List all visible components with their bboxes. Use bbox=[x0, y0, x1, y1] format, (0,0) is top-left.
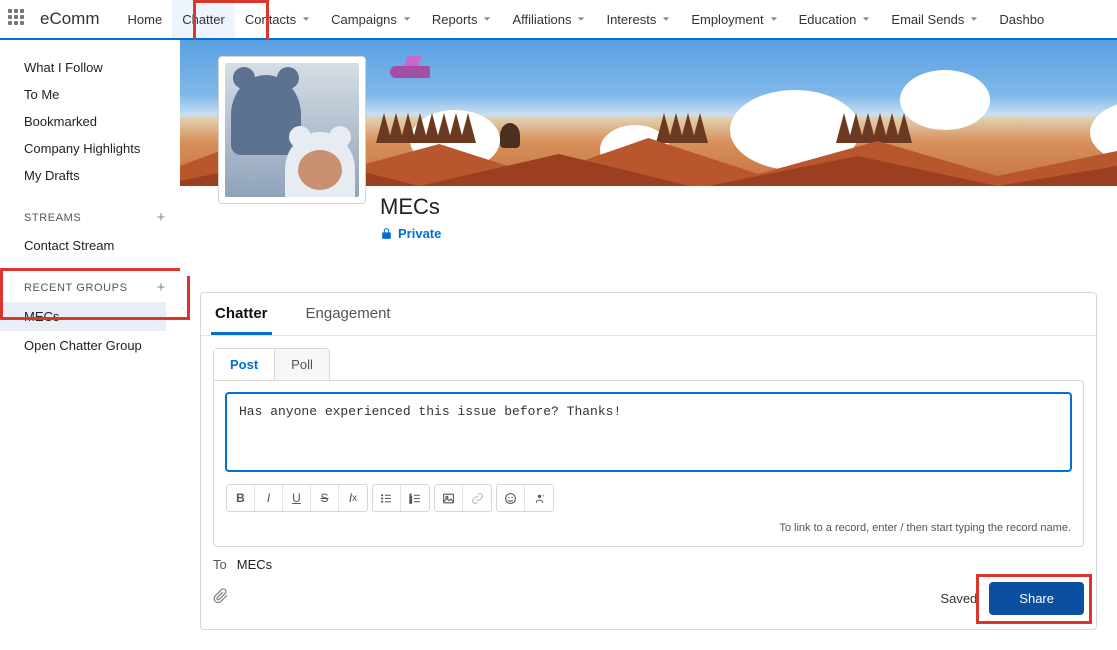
link-hint: To link to a record, enter / then start … bbox=[226, 522, 1071, 534]
tab-engagement[interactable]: Engagement bbox=[302, 293, 395, 335]
group-title: MECs bbox=[380, 186, 1097, 220]
feed-my-drafts[interactable]: My Drafts bbox=[24, 162, 166, 189]
add-stream-icon[interactable]: + bbox=[157, 209, 166, 226]
plane-graphic bbox=[390, 54, 440, 84]
nav-item-education[interactable]: Education bbox=[789, 0, 882, 38]
nav-item-chatter[interactable]: Chatter bbox=[172, 0, 235, 38]
nav-item-email-sends[interactable]: Email Sends bbox=[881, 0, 989, 38]
top-nav-bar: eComm Home Chatter Contacts Campaigns Report… bbox=[0, 0, 1117, 40]
number-list-button[interactable]: 123 bbox=[401, 485, 429, 511]
nav-label: Interests bbox=[606, 12, 656, 27]
nav-item-reports[interactable]: Reports bbox=[422, 0, 503, 38]
to-value[interactable]: MECs bbox=[237, 557, 272, 572]
to-row: To MECs bbox=[213, 557, 1084, 572]
app-name: eComm bbox=[40, 9, 100, 29]
attach-icon[interactable] bbox=[213, 588, 229, 609]
streams-header: STREAMS + bbox=[24, 203, 166, 232]
nav-label: Reports bbox=[432, 12, 478, 27]
recent-groups-header: RECENT GROUPS + bbox=[24, 273, 166, 302]
nav-item-affiliations[interactable]: Affiliations bbox=[502, 0, 596, 38]
link-button[interactable] bbox=[463, 485, 491, 511]
recent-groups-header-label: RECENT GROUPS bbox=[24, 282, 128, 294]
nav-label: Contacts bbox=[245, 12, 296, 27]
chevron-down-icon bbox=[301, 12, 311, 27]
bold-button[interactable]: B bbox=[227, 485, 255, 511]
group-header: MECs Private bbox=[180, 186, 1117, 276]
nav-label: Home bbox=[128, 12, 163, 27]
nav-label: Email Sends bbox=[891, 12, 964, 27]
nav-label: Chatter bbox=[182, 12, 225, 27]
underline-button[interactable]: U bbox=[283, 485, 311, 511]
svg-text:+: + bbox=[541, 494, 544, 499]
group-privacy-label: Private bbox=[398, 226, 441, 241]
mention-button[interactable]: + bbox=[525, 485, 553, 511]
streams-header-label: STREAMS bbox=[24, 212, 81, 224]
clear-format-button[interactable]: Ix bbox=[339, 485, 367, 511]
chevron-down-icon bbox=[661, 12, 671, 27]
nav-label: Dashbo bbox=[999, 12, 1044, 27]
saved-label: Saved bbox=[940, 591, 977, 606]
feed-to-me[interactable]: To Me bbox=[24, 81, 166, 108]
chevron-down-icon bbox=[576, 12, 586, 27]
strike-button[interactable]: S bbox=[311, 485, 339, 511]
stream-contact-stream[interactable]: Contact Stream bbox=[24, 232, 166, 259]
add-group-icon[interactable]: + bbox=[157, 279, 166, 296]
post-editor[interactable] bbox=[226, 393, 1071, 471]
chatter-panel: Chatter Engagement PostPoll B I U S Ix 12… bbox=[200, 292, 1097, 630]
chevron-down-icon bbox=[861, 12, 871, 27]
chevron-down-icon bbox=[482, 12, 492, 27]
feed-company-highlights[interactable]: Company Highlights bbox=[24, 135, 166, 162]
group-avatar bbox=[218, 56, 366, 204]
nav-label: Employment bbox=[691, 12, 763, 27]
nav-label: Affiliations bbox=[512, 12, 571, 27]
share-button[interactable]: Share bbox=[989, 582, 1084, 615]
compose-tab-poll[interactable]: Poll bbox=[275, 349, 329, 380]
feed-what-i-follow[interactable]: What I Follow bbox=[24, 54, 166, 81]
emoji-button[interactable] bbox=[497, 485, 525, 511]
compose-tab-post[interactable]: Post bbox=[214, 349, 275, 380]
image-button[interactable] bbox=[435, 485, 463, 511]
nav-item-contacts[interactable]: Contacts bbox=[235, 0, 321, 38]
italic-button[interactable]: I bbox=[255, 485, 283, 511]
lock-icon bbox=[380, 227, 393, 240]
nav-item-employment[interactable]: Employment bbox=[681, 0, 788, 38]
nav-label: Campaigns bbox=[331, 12, 397, 27]
compose-area: B I U S Ix 123 bbox=[213, 380, 1084, 547]
group-open-chatter-group[interactable]: Open Chatter Group bbox=[0, 331, 166, 360]
app-launcher-icon[interactable] bbox=[8, 9, 28, 29]
to-label: To bbox=[213, 557, 227, 572]
chevron-down-icon bbox=[769, 12, 779, 27]
nav-item-home[interactable]: Home bbox=[118, 0, 173, 38]
chevron-down-icon bbox=[969, 12, 979, 27]
left-sidebar: What I FollowTo MeBookmarkedCompany High… bbox=[0, 40, 180, 650]
svg-text:3: 3 bbox=[409, 499, 412, 504]
group-privacy: Private bbox=[380, 226, 1097, 241]
group-mecs[interactable]: MECs bbox=[0, 302, 166, 331]
chevron-down-icon bbox=[402, 12, 412, 27]
main-content: MECs Private Chatter Engagement PostPoll … bbox=[180, 40, 1117, 650]
bullet-list-button[interactable] bbox=[373, 485, 401, 511]
nav-label: Education bbox=[799, 12, 857, 27]
nav-item-interests[interactable]: Interests bbox=[596, 0, 681, 38]
format-toolbar: B I U S Ix 123 bbox=[226, 484, 1071, 512]
nav-item-dashbo[interactable]: Dashbo bbox=[989, 0, 1054, 38]
feed-bookmarked[interactable]: Bookmarked bbox=[24, 108, 166, 135]
nav-item-campaigns[interactable]: Campaigns bbox=[321, 0, 422, 38]
tab-chatter[interactable]: Chatter bbox=[211, 293, 272, 335]
